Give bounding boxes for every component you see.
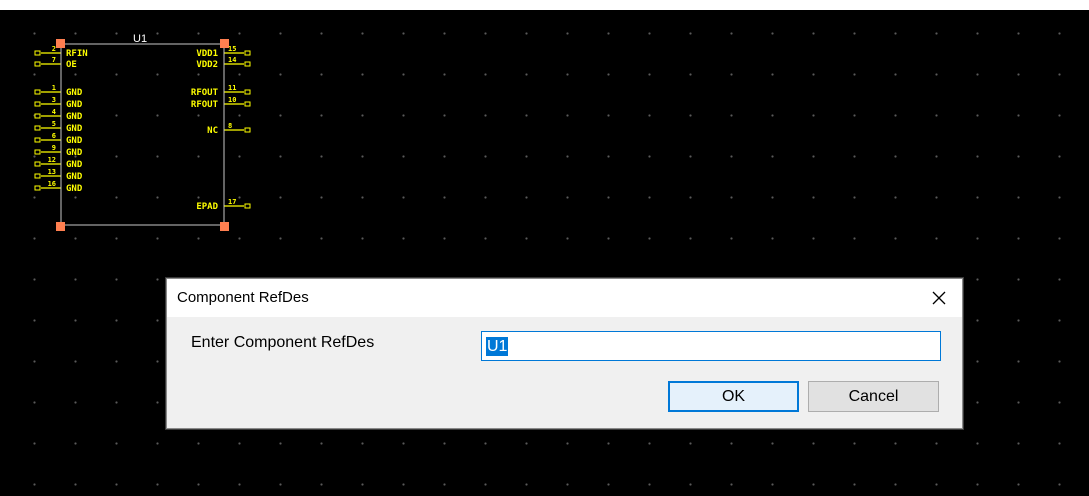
pin-number-left-3: 3 (52, 96, 56, 104)
dialog-titlebar[interactable]: Component RefDes (167, 279, 962, 317)
pin-number-left-4: 4 (52, 108, 56, 116)
refdes-prompt-label: Enter Component RefDes (191, 334, 375, 351)
ok-button[interactable]: OK (668, 381, 799, 412)
pin-number-left-10: 16 (48, 180, 56, 188)
pin-number-right-3: 10 (228, 96, 236, 104)
pin-name-left-7: GND (66, 148, 83, 158)
close-button[interactable] (916, 279, 962, 317)
pin-terminal-right-0[interactable] (244, 50, 251, 56)
pin-name-left-0: RFIN (66, 49, 88, 59)
selection-handle-top-left[interactable] (56, 39, 65, 48)
pin-terminal-right-3[interactable] (244, 101, 251, 107)
pin-name-left-4: GND (66, 112, 83, 122)
pin-number-left-0: 2 (52, 45, 56, 53)
pin-number-left-7: 9 (52, 144, 56, 152)
pin-name-right-4: NC (207, 126, 218, 136)
pin-name-left-8: GND (66, 160, 83, 170)
pin-number-right-5: 17 (228, 198, 236, 206)
pin-name-left-5: GND (66, 124, 83, 134)
pin-name-right-0: VDD1 (196, 49, 218, 59)
pin-number-right-2: 11 (228, 84, 236, 92)
pin-name-left-6: GND (66, 136, 83, 146)
pin-name-left-9: GND (66, 172, 83, 182)
pin-terminal-left-2[interactable] (34, 89, 41, 95)
pin-terminal-left-3[interactable] (34, 101, 41, 107)
pin-terminal-left-8[interactable] (34, 161, 41, 167)
selection-handle-bottom-left[interactable] (56, 222, 65, 231)
pin-number-left-6: 6 (52, 132, 56, 140)
pin-number-left-1: 7 (52, 56, 56, 64)
pin-name-left-1: OE (66, 60, 77, 70)
pin-number-left-2: 1 (52, 84, 56, 92)
selection-handle-top-right[interactable] (220, 39, 229, 48)
pin-name-right-1: VDD2 (196, 60, 218, 70)
pin-terminal-right-4[interactable] (244, 127, 251, 133)
close-icon (932, 291, 946, 305)
pin-number-left-5: 5 (52, 120, 56, 128)
pin-name-left-2: GND (66, 88, 83, 98)
pin-number-right-4: 8 (228, 122, 232, 130)
pin-terminal-left-6[interactable] (34, 137, 41, 143)
pin-terminal-left-10[interactable] (34, 185, 41, 191)
pin-terminal-right-5[interactable] (244, 203, 251, 209)
pin-number-left-9: 13 (48, 168, 56, 176)
dialog-title: Component RefDes (177, 289, 309, 306)
refdes-input[interactable]: U1 (481, 331, 941, 361)
schematic-canvas[interactable]: 2 RFIN 7 OE 1 GND 3 GND 4 GND 5 GND 6 GND 9 GND 12 GND 13 G… (0, 10, 1089, 496)
pin-terminal-left-4[interactable] (34, 113, 41, 119)
pin-name-right-2: RFOUT (191, 88, 219, 98)
pin-name-right-5: EPAD (196, 202, 218, 212)
component-refdes-label: U1 (133, 33, 147, 45)
pin-number-left-8: 12 (48, 156, 56, 164)
pin-terminal-left-0[interactable] (34, 50, 41, 56)
pin-terminal-left-1[interactable] (34, 61, 41, 67)
pin-name-left-10: GND (66, 184, 83, 194)
cancel-button[interactable]: Cancel (808, 381, 939, 412)
pin-terminal-right-1[interactable] (244, 61, 251, 67)
pin-terminal-left-7[interactable] (34, 149, 41, 155)
selection-handle-bottom-right[interactable] (220, 222, 229, 231)
pin-name-left-3: GND (66, 100, 83, 110)
component-refdes-dialog: Component RefDes Enter Component RefDes … (166, 278, 963, 429)
component-body (60, 43, 225, 226)
pin-terminal-left-5[interactable] (34, 125, 41, 131)
pin-name-right-3: RFOUT (191, 100, 219, 110)
refdes-input-value: U1 (486, 336, 509, 356)
pin-number-right-1: 14 (228, 56, 236, 64)
pin-terminal-left-9[interactable] (34, 173, 41, 179)
pin-number-right-0: 15 (228, 45, 236, 53)
pin-terminal-right-2[interactable] (244, 89, 251, 95)
